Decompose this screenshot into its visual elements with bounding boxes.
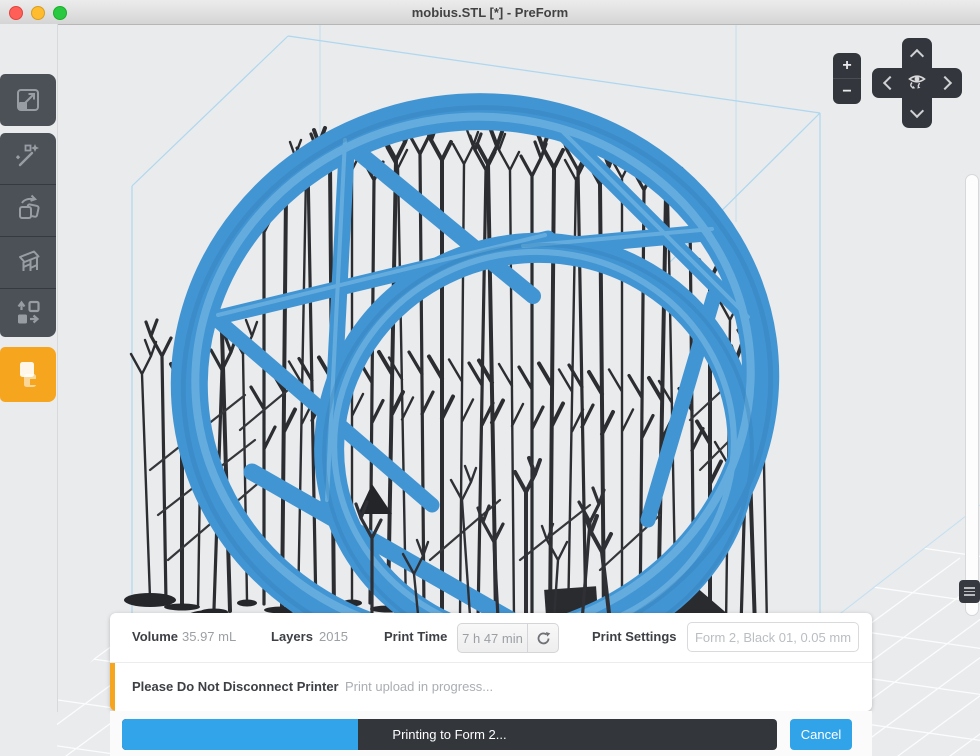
magic-wand-tool-button[interactable] xyxy=(0,133,56,185)
layers-label: Layers xyxy=(271,629,313,644)
progress-label: Printing to Form 2... xyxy=(122,719,777,750)
layout-tool-button[interactable] xyxy=(0,289,56,337)
view-dpad xyxy=(872,38,962,128)
layers-value: 2015 xyxy=(319,629,348,644)
supports-tool-button[interactable] xyxy=(0,237,56,289)
rotate-left-button[interactable] xyxy=(872,68,903,98)
refresh-button[interactable] xyxy=(528,630,558,647)
chevron-left-icon xyxy=(882,76,896,90)
layout-icon xyxy=(13,297,43,332)
tool-sidebar xyxy=(0,24,58,712)
zoom-in-button[interactable]: + xyxy=(833,53,861,79)
print-time-control[interactable]: 7 h 47 min xyxy=(457,623,559,653)
warning-message: Print upload in progress... xyxy=(345,679,493,694)
print-panel: Volume 35.97 mL Layers 2015 Print Time 7… xyxy=(110,613,872,756)
warning-row: Please Do Not Disconnect Printer Print u… xyxy=(110,663,872,711)
progress-row: Printing to Form 2... Cancel xyxy=(110,711,872,756)
zoom-window-button[interactable] xyxy=(53,6,67,20)
cancel-button[interactable]: Cancel xyxy=(790,719,852,750)
upload-progress-bar: Printing to Form 2... xyxy=(122,719,777,750)
rotate-right-button[interactable] xyxy=(931,68,962,98)
warning-accent-bar xyxy=(110,663,115,711)
print-info-row: Volume 35.97 mL Layers 2015 Print Time 7… xyxy=(110,613,872,663)
cartridge-tool-button[interactable] xyxy=(0,347,56,402)
window-title: mobius.STL [*] - PreForm xyxy=(412,5,569,20)
orbit-view-button[interactable] xyxy=(902,68,932,98)
chevron-down-icon xyxy=(910,103,924,117)
layer-slider-handle[interactable] xyxy=(959,580,980,603)
chevron-right-icon xyxy=(937,76,951,90)
zoom-out-button[interactable]: − xyxy=(833,79,861,104)
volume-value: 35.97 mL xyxy=(182,629,236,644)
tool-group xyxy=(0,133,56,337)
print-info-card: Volume 35.97 mL Layers 2015 Print Time 7… xyxy=(110,613,872,711)
window-controls xyxy=(9,6,67,20)
warning-title: Please Do Not Disconnect Printer xyxy=(132,679,339,694)
orient-tool-button[interactable] xyxy=(0,185,56,237)
print-settings-label: Print Settings xyxy=(592,629,677,644)
minimize-window-button[interactable] xyxy=(31,6,45,20)
layer-slider-track[interactable] xyxy=(965,174,979,616)
title-bar: mobius.STL [*] - PreForm xyxy=(0,0,980,25)
resize-tool-button[interactable] xyxy=(0,74,56,126)
close-window-button[interactable] xyxy=(9,6,23,20)
cartridge-icon xyxy=(12,357,44,393)
print-time-value: 7 h 47 min xyxy=(458,631,527,646)
rotate-icon xyxy=(13,193,43,228)
rotate-down-button[interactable] xyxy=(902,97,932,128)
zoom-control: + − xyxy=(833,53,861,104)
magic-wand-icon xyxy=(13,141,43,176)
orbit-eye-icon xyxy=(905,69,929,98)
rotate-up-button[interactable] xyxy=(902,38,932,69)
refresh-icon xyxy=(535,630,552,647)
print-time-label: Print Time xyxy=(384,629,447,644)
resize-icon xyxy=(13,85,43,115)
print-settings-value[interactable]: Form 2, Black 01, 0.05 mm xyxy=(687,622,859,652)
supports-icon xyxy=(13,245,43,280)
volume-label: Volume xyxy=(132,629,178,644)
preform-window: mobius.STL [*] - PreForm xyxy=(0,0,980,756)
chevron-up-icon xyxy=(910,48,924,62)
